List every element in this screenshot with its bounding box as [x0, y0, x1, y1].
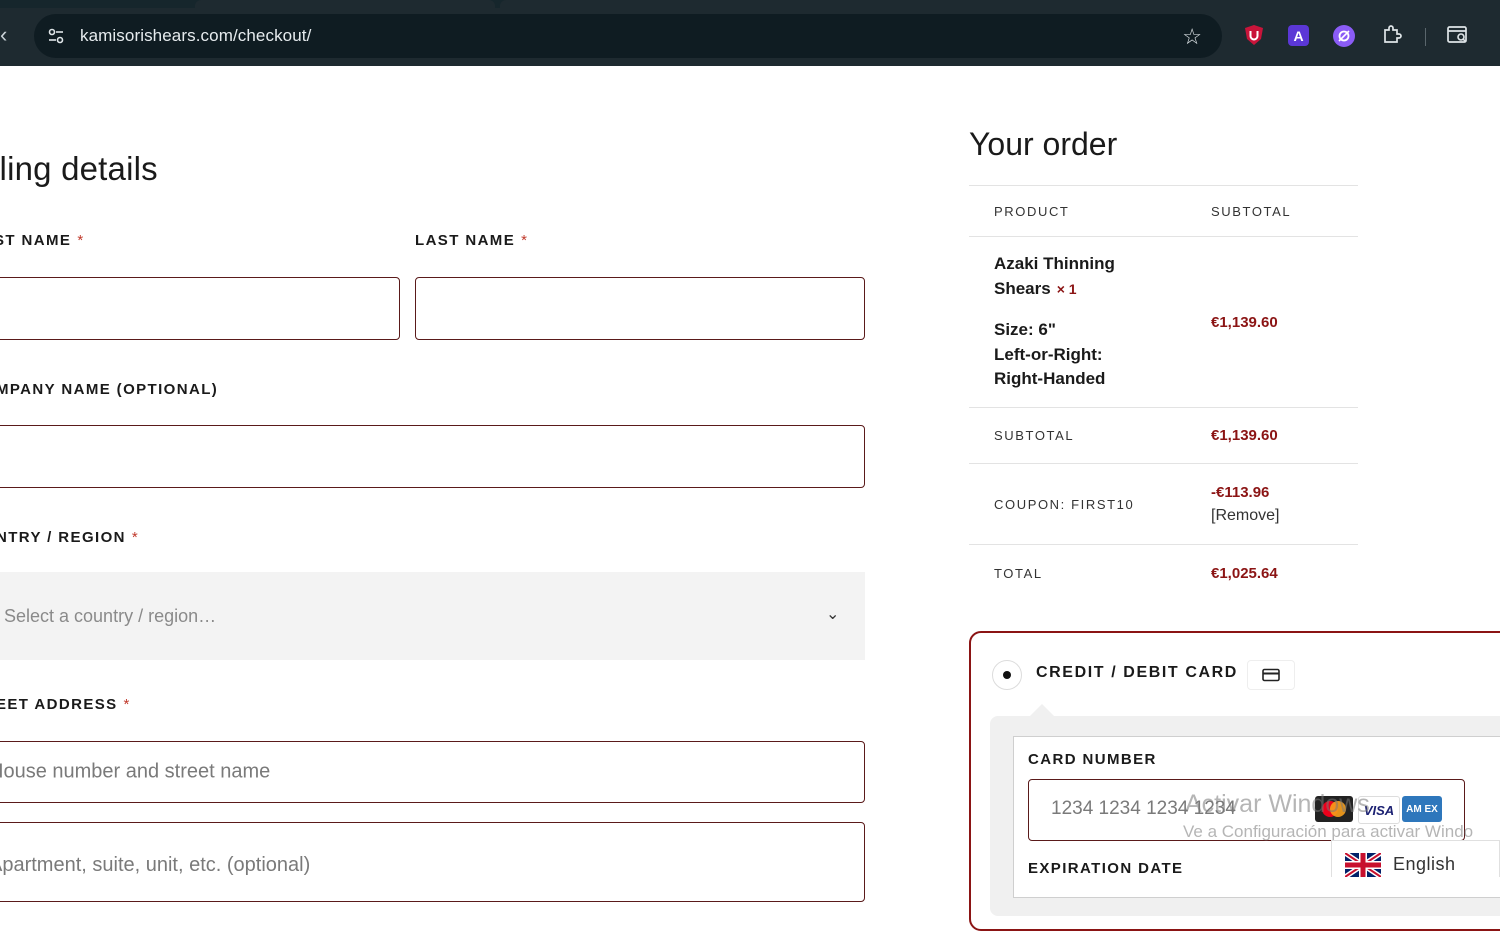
- language-label: English: [1393, 854, 1456, 874]
- c-extension-icon[interactable]: [1333, 25, 1355, 47]
- browser-tab-active[interactable]: [500, 0, 1500, 8]
- product-variation-meta: Size: 6" Left-or-Right: Right-Handed: [994, 320, 1106, 388]
- address-bar[interactable]: kamisorishears.com/checkout/ ☆: [34, 14, 1222, 58]
- coupon-discount-value: -€113.96: [1211, 484, 1270, 501]
- billing-details-heading: lling details: [0, 150, 158, 187]
- browser-toolbar: ‹ kamisorishears.com/checkout/ ☆ A: [0, 0, 1500, 66]
- coupon-label: COUPON: FIRST10: [994, 497, 1135, 512]
- total-label: TOTAL: [994, 566, 1043, 581]
- apartment-field[interactable]: Apartment, suite, unit, etc. (optional): [0, 822, 865, 902]
- last-name-label: LAST NAME *: [415, 232, 529, 249]
- company-name-field[interactable]: [0, 425, 865, 488]
- total-row: TOTAL €1,025.64: [969, 544, 1358, 601]
- language-switcher[interactable]: English: [1331, 840, 1500, 877]
- product-line-price: €1,139.60: [1211, 314, 1278, 331]
- total-value: €1,025.64: [1211, 565, 1278, 582]
- company-name-label: MPANY NAME (OPTIONAL): [0, 381, 219, 398]
- your-order-heading: Your order: [969, 126, 1118, 162]
- street-address-label: EET ADDRESS *: [0, 696, 131, 713]
- amex-icon: AM EX: [1402, 796, 1442, 822]
- coupon-row: COUPON: FIRST10 -€113.96 [Remove]: [969, 463, 1358, 545]
- windows-activation-subtext: Ve a Configuración para activar Windo: [1183, 822, 1474, 841]
- site-settings-icon[interactable]: [46, 26, 66, 46]
- last-name-field[interactable]: [415, 277, 865, 340]
- chevron-down-icon: ⌄: [826, 606, 840, 623]
- country-select-placeholder: Select a country / region…: [4, 606, 217, 626]
- required-asterisk: *: [77, 232, 85, 249]
- first-name-field[interactable]: [0, 277, 400, 340]
- apartment-placeholder: Apartment, suite, unit, etc. (optional): [0, 854, 311, 876]
- street-address-field[interactable]: House number and street name: [0, 741, 865, 803]
- expiration-date-label: EXPIRATION DATE: [1028, 860, 1184, 877]
- remove-coupon-link[interactable]: [Remove]: [1211, 507, 1279, 525]
- tab-strip: [0, 0, 1500, 8]
- card-number-label: CARD NUMBER: [1028, 751, 1157, 768]
- credit-card-method-label[interactable]: CREDIT / DEBIT CARD: [1036, 664, 1238, 682]
- ublock-origin-icon[interactable]: [1242, 23, 1266, 47]
- star-icon[interactable]: ☆: [1182, 24, 1202, 50]
- subtotal-label: SUBTOTAL: [994, 428, 1075, 443]
- a-extension-icon[interactable]: A: [1288, 25, 1309, 46]
- product-name: Azaki Thinning Shears × 1: [994, 254, 1115, 298]
- url-text[interactable]: kamisorishears.com/checkout/: [80, 26, 311, 46]
- tab-search-icon[interactable]: [1446, 23, 1470, 47]
- credit-card-icon: [1247, 660, 1295, 690]
- table-header-row: PRODUCT SUBTOTAL: [969, 185, 1358, 237]
- payment-box-notch: [1030, 704, 1054, 716]
- required-asterisk: *: [131, 529, 140, 546]
- windows-activation-watermark: Activar Windows: [1185, 790, 1370, 818]
- country-select[interactable]: Select a country / region… ⌄: [0, 572, 865, 660]
- required-asterisk: *: [123, 696, 131, 713]
- uk-flag-icon: [1345, 853, 1381, 877]
- subtotal-row: SUBTOTAL €1,139.60: [969, 407, 1358, 464]
- column-subtotal: SUBTOTAL: [1211, 204, 1292, 219]
- credit-card-radio[interactable]: [992, 660, 1022, 690]
- toolbar-divider: [1425, 28, 1426, 46]
- required-asterisk: *: [521, 232, 529, 249]
- puzzle-extensions-icon[interactable]: [1380, 23, 1404, 47]
- country-region-label: NTRY / REGION *: [0, 529, 140, 546]
- cart-item-row: Azaki Thinning Shears × 1 Size: 6" Left-o…: [969, 236, 1358, 408]
- column-product: PRODUCT: [994, 204, 1070, 219]
- street-address-placeholder: House number and street name: [0, 760, 271, 783]
- product-quantity: × 1: [1056, 280, 1077, 297]
- subtotal-value: €1,139.60: [1211, 427, 1278, 444]
- browser-tab[interactable]: [195, 0, 495, 8]
- back-arrow-icon[interactable]: ‹: [0, 24, 7, 46]
- first-name-label: ST NAME *: [0, 232, 85, 249]
